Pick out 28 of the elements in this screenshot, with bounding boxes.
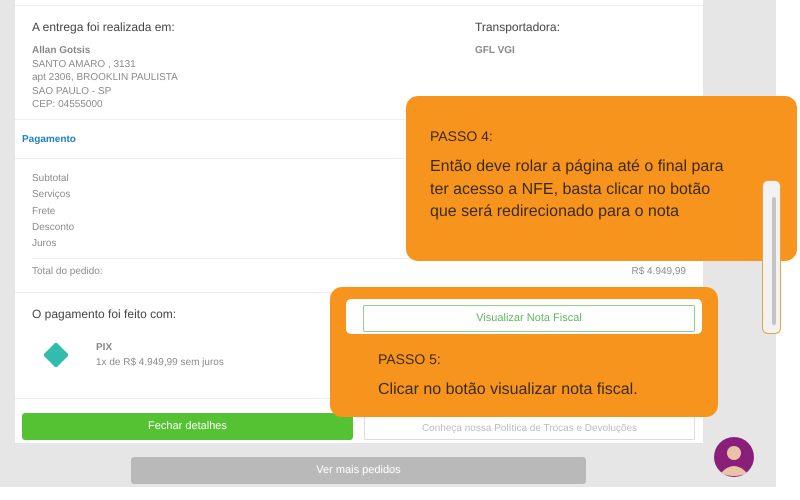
summary-label: Frete: [32, 204, 56, 219]
step-title: PASSO 4:: [430, 127, 494, 146]
carrier-name: GFL VGI: [475, 44, 516, 58]
summary-label: Juros: [32, 237, 56, 252]
total-value: R$ 4.949,99: [632, 265, 686, 280]
summary-label: Desconto: [32, 220, 74, 235]
pix-icon: [44, 343, 68, 368]
step-instruction: Então deve rolar a página até o final para ter acesso a NFE, basta clicar no botão que será redirecionado para o nota: [430, 157, 725, 222]
payment-method-name: PIX: [96, 340, 114, 355]
address-line: apt 2306, BROOKLIN PAULISTA: [32, 71, 178, 85]
more-orders-button[interactable]: Ver mais pedidos: [131, 457, 586, 484]
address-line: SAO PAULO - SP: [32, 84, 112, 98]
payment-method-heading: O pagamento foi feito com:: [32, 306, 176, 323]
address-line: SANTO AMARO , 3131: [32, 58, 136, 72]
close-details-button[interactable]: Fechar detalhes: [22, 413, 353, 440]
scrollbar[interactable]: [762, 180, 781, 334]
address-line: CEP: 04555000: [32, 98, 103, 112]
summary-label: Subtotal: [32, 172, 69, 186]
avatar-icon[interactable]: [714, 437, 754, 477]
delivery-heading: A entrega foi realizada em:: [32, 19, 176, 36]
total-label: Total do pedido:: [32, 265, 103, 280]
payment-method-detail: 1x de R$ 4.949,99 sem juros: [96, 356, 224, 370]
carrier-heading: Transportadora:: [475, 19, 560, 36]
step-instruction: Clicar no botão visualizar nota fiscal.: [378, 380, 639, 400]
step-title: PASSO 5:: [378, 350, 442, 369]
summary-label: Serviços: [32, 188, 70, 202]
recipient-name: Allan Gotsis: [32, 44, 92, 58]
view-invoice-button[interactable]: Visualizar Nota Fiscal: [363, 304, 695, 332]
